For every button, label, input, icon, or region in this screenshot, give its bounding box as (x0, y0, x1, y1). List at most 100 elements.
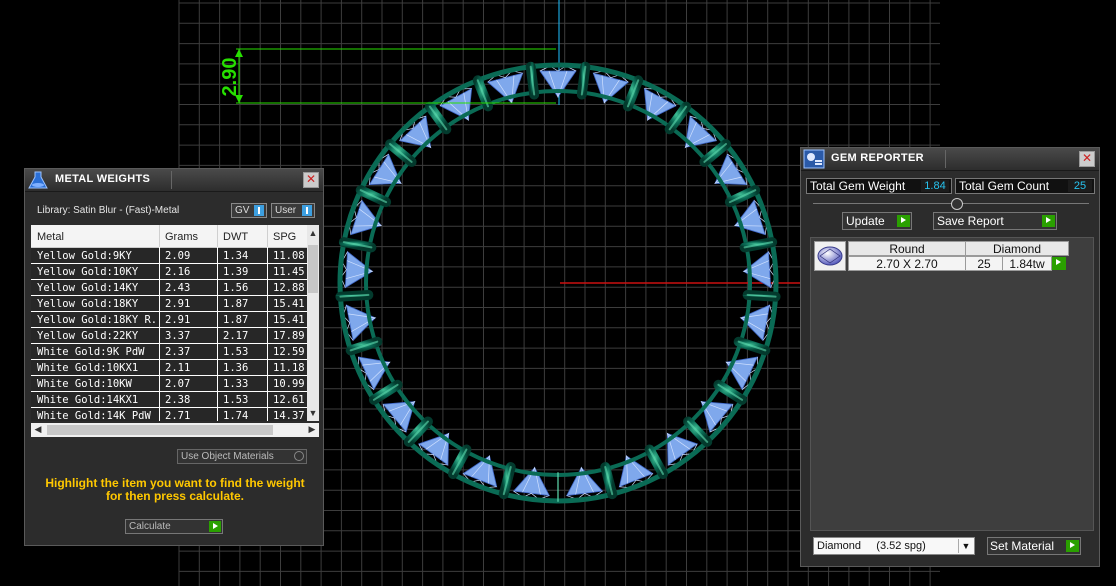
set-material-button[interactable]: Set Material (987, 537, 1081, 555)
table-row[interactable]: Yellow Gold:18KY 2.91 1.87 15.41 (31, 296, 307, 312)
grams-cell: 2.37 (165, 346, 191, 358)
metal-table-horizontal-scrollbar[interactable]: ◀ ▶ (31, 423, 319, 437)
gv-toggle[interactable]: GV (231, 203, 267, 218)
save-report-button[interactable]: Save Report (933, 212, 1057, 230)
dwt-cell: 1.39 (223, 266, 249, 278)
set-material-label: Set Material (990, 539, 1055, 553)
scroll-down-icon[interactable]: ▼ (307, 408, 319, 418)
table-row[interactable]: White Gold:10KW 2.07 1.33 10.99 (31, 376, 307, 392)
metal-name-cell: Yellow Gold:18KY R... (37, 314, 159, 326)
gem-material-header[interactable]: Diamond (965, 241, 1069, 256)
column-header-metal[interactable]: Metal (37, 231, 64, 243)
gv-toggle-label: GV (235, 205, 250, 216)
grams-cell: 2.71 (165, 410, 191, 421)
dwt-cell: 1.74 (223, 410, 249, 421)
play-arrow-icon (897, 215, 910, 227)
dwt-cell: 1.53 (223, 346, 249, 358)
dwt-cell: 1.56 (223, 282, 249, 294)
calculate-label: Calculate (129, 521, 171, 532)
toggle-knob-icon (254, 205, 264, 216)
metal-name-cell: White Gold:9K PdW (37, 346, 145, 358)
grams-cell: 2.43 (165, 282, 191, 294)
dwt-cell: 2.17 (223, 330, 249, 342)
metal-name-cell: Yellow Gold:9KY (37, 250, 132, 262)
metal-weights-table[interactable]: Metal Grams DWT SPG Yellow Gold:9KY 2.09 1… (31, 225, 319, 421)
flask-icon (28, 171, 48, 189)
scroll-thumb[interactable] (47, 425, 273, 435)
grams-cell: 2.91 (165, 314, 191, 326)
dimension-label: 2.90 (219, 58, 241, 97)
round-diamond-icon (817, 246, 843, 266)
gem-weight-cell[interactable]: 1.84tw (1002, 256, 1052, 271)
total-gem-weight-label: Total Gem Weight (810, 179, 906, 193)
metal-name-cell: Yellow Gold:22KY (37, 330, 139, 342)
calculate-hint-text: Highlight the item you want to find the … (45, 476, 305, 503)
table-row[interactable]: Yellow Gold:18KY R... 2.91 1.87 15.41 (31, 312, 307, 328)
dwt-cell: 1.53 (223, 394, 249, 406)
update-button[interactable]: Update (842, 212, 912, 230)
table-row[interactable]: Yellow Gold:9KY 2.09 1.34 11.08 (31, 248, 307, 264)
scroll-right-icon[interactable]: ▶ (306, 424, 318, 435)
table-row[interactable]: White Gold:10KX1 2.11 1.36 11.18 (31, 360, 307, 376)
play-arrow-icon (209, 521, 221, 532)
total-gem-weight-value: 1.84 (921, 180, 949, 192)
gem-report-icon (803, 149, 825, 169)
gem-row-play-icon[interactable] (1052, 257, 1066, 270)
total-gem-count-value: 25 (1068, 180, 1092, 192)
library-label: Library: Satin Blur - (Fast)-Metal (37, 205, 180, 216)
grams-cell: 2.11 (165, 362, 191, 374)
column-header-spg[interactable]: SPG (273, 231, 296, 243)
user-toggle[interactable]: User (271, 203, 315, 218)
dwt-cell: 1.36 (223, 362, 249, 374)
column-header-dwt[interactable]: DWT (223, 231, 248, 243)
calculate-button[interactable]: Calculate (125, 519, 223, 534)
metal-table-vertical-scrollbar[interactable]: ▲ ▼ (307, 225, 319, 421)
scroll-thumb[interactable] (308, 245, 318, 293)
metal-weights-close-button[interactable]: ✕ (303, 172, 319, 188)
report-slider[interactable] (813, 198, 1089, 210)
use-object-materials-checkbox[interactable]: Use Object Materials (177, 449, 307, 464)
scroll-left-icon[interactable]: ◀ (32, 424, 44, 435)
grams-cell: 2.38 (165, 394, 191, 406)
chevron-down-icon: ▼ (958, 539, 973, 553)
grams-cell: 2.16 (165, 266, 191, 278)
metal-weights-titlebar[interactable]: METAL WEIGHTS ✕ (25, 169, 323, 192)
dwt-cell: 1.87 (223, 314, 249, 326)
table-row[interactable]: White Gold:14K PdW 2.71 1.74 14.37 (31, 408, 307, 421)
metal-name-cell: White Gold:14K PdW (37, 410, 151, 421)
column-header-grams[interactable]: Grams (165, 231, 198, 243)
grams-cell: 2.07 (165, 378, 191, 390)
user-toggle-label: User (275, 205, 297, 216)
grams-cell: 2.09 (165, 250, 191, 262)
gem-reporter-title: GEM REPORTER (831, 152, 924, 164)
gem-reporter-panel: GEM REPORTER ✕ Total Gem Weight 1.84 Tot… (800, 147, 1100, 567)
slider-knob[interactable] (951, 198, 963, 210)
round-gem-thumbnail[interactable] (814, 241, 846, 271)
gem-material-select-value: Diamond (3.52 spg) (817, 540, 926, 552)
total-gem-weight-field: Total Gem Weight 1.84 (806, 178, 952, 194)
table-header: Metal Grams DWT SPG (31, 225, 307, 248)
table-row[interactable]: Yellow Gold:14KY 2.43 1.56 12.88 (31, 280, 307, 296)
update-label: Update (846, 214, 885, 228)
gem-size-cell[interactable]: 2.70 X 2.70 (848, 256, 966, 271)
gem-reporter-titlebar[interactable]: GEM REPORTER ✕ (801, 148, 1099, 171)
gem-material-select[interactable]: Diamond (3.52 spg) ▼ (813, 537, 975, 555)
dwt-cell: 1.34 (223, 250, 249, 262)
gem-shape-header[interactable]: Round (848, 241, 966, 256)
metal-weights-title: METAL WEIGHTS (55, 173, 151, 185)
gem-count-cell[interactable]: 25 (965, 256, 1003, 271)
gem-reporter-close-button[interactable]: ✕ (1079, 151, 1095, 167)
table-row[interactable]: White Gold:14KX1 2.38 1.53 12.61 (31, 392, 307, 408)
metal-name-cell: White Gold:14KX1 (37, 394, 139, 406)
scroll-up-icon[interactable]: ▲ (307, 228, 319, 238)
dwt-cell: 1.87 (223, 298, 249, 310)
table-row[interactable]: Yellow Gold:10KY 2.16 1.39 11.45 (31, 264, 307, 280)
radio-circle-icon (294, 451, 304, 461)
gem-report-table: Round Diamond 2.70 X 2.70 25 1.84tw (810, 237, 1094, 531)
table-row[interactable]: Yellow Gold:22KY 3.37 2.17 17.89 (31, 328, 307, 344)
metal-name-cell: Yellow Gold:14KY (37, 282, 139, 294)
total-gem-count-label: Total Gem Count (959, 179, 1050, 193)
table-row[interactable]: White Gold:9K PdW 2.37 1.53 12.59 (31, 344, 307, 360)
metal-name-cell: White Gold:10KX1 (37, 362, 139, 374)
metal-weights-panel: METAL WEIGHTS ✕ Library: Satin Blur - (F… (24, 168, 324, 546)
